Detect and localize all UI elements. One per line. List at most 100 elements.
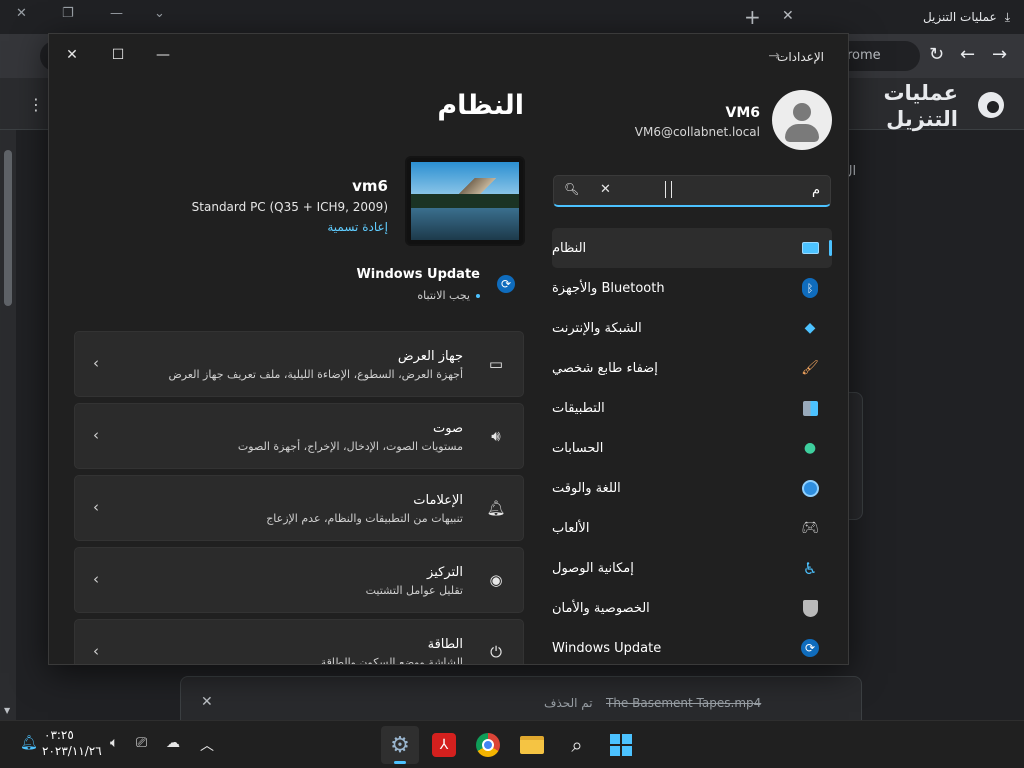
menu-kebab-icon[interactable]: ⋮: [28, 95, 44, 114]
card-display[interactable]: ▭ جهاز العرض أجهزة العرض، السطوع، الإضاء…: [74, 331, 524, 397]
tab-title: عمليات التنزيل: [922, 10, 997, 24]
card-description: الشاشة ووضع السكون والطاقة: [320, 656, 463, 665]
downloads-heading: عمليات التنزيل: [883, 81, 958, 131]
nav-item-system[interactable]: النظام: [552, 228, 832, 268]
card-title: جهاز العرض: [397, 349, 463, 364]
settings-close-button[interactable]: ✕: [57, 40, 87, 70]
nav-item-network[interactable]: ◆ الشبكة والإنترنت: [552, 308, 832, 348]
remove-download-icon[interactable]: ✕: [201, 694, 213, 710]
nav-label: إضفاء طابع شخصي: [552, 360, 658, 376]
new-tab-button[interactable]: +: [744, 5, 761, 29]
onedrive-icon[interactable]: ☁: [166, 735, 180, 751]
card-notifications[interactable]: 🔔︎ الإعلامات تنبيهات من التطبيقات والنظا…: [74, 475, 524, 541]
chrome-close-button[interactable]: ✕: [16, 6, 27, 21]
scrollbar-thumb[interactable]: [4, 150, 12, 306]
card-description: أجهزة العرض، السطوع، الإضاءة الليلية، مل…: [168, 368, 463, 381]
globe-clock-icon: [800, 478, 820, 498]
page-title: النظام: [437, 90, 524, 121]
clock-time: ٠٣:٢٥: [44, 728, 74, 742]
reload-icon[interactable]: ↻: [929, 44, 944, 65]
nav-item-time-language[interactable]: اللغة والوقت: [552, 468, 832, 508]
accessibility-icon: ♿︎: [802, 558, 818, 578]
monitor-icon: ▭: [488, 355, 504, 373]
chrome-restore-button[interactable]: ❐: [62, 6, 74, 21]
chrome-taskbar-button[interactable]: [469, 726, 507, 764]
nav-label: الخصوصية والأمان: [552, 600, 650, 616]
nav-label: الحسابات: [552, 440, 604, 456]
nav-item-gaming[interactable]: 🎮︎ الألعاب: [552, 508, 832, 548]
settings-minimize-button[interactable]: —: [148, 40, 178, 70]
settings-titlebar: ✕ ☐ — الإعدادات →: [49, 34, 848, 78]
nav-item-windows-update[interactable]: ⟳ Windows Update: [552, 628, 832, 664]
taskbar-search-button[interactable]: ⌕: [558, 726, 596, 764]
card-description: تقليل عوامل التشتيت: [365, 584, 463, 597]
gear-icon: ⚙: [390, 732, 410, 758]
brush-icon: 🖌︎: [801, 360, 819, 376]
speaker-icon: 🔊︎: [491, 427, 501, 445]
windows-update-title[interactable]: Windows Update: [356, 267, 480, 282]
nav-label: التطبيقات: [552, 400, 605, 416]
nav-item-accounts[interactable]: ● الحسابات: [552, 428, 832, 468]
forward-icon[interactable]: ←: [960, 44, 975, 65]
nav-item-apps[interactable]: التطبيقات: [552, 388, 832, 428]
system-icon: [800, 238, 820, 258]
chrome-tab-downloads[interactable]: عمليات التنزيل ⤓ ✕: [776, 0, 1024, 34]
notification-bell-icon[interactable]: 🔔︎: [20, 735, 38, 751]
device-model: Standard PC (Q35 + ICH9, 2009): [191, 200, 388, 214]
tab-close-icon[interactable]: ✕: [782, 8, 794, 24]
rename-link[interactable]: إعادة تسمية: [327, 220, 388, 234]
power-icon: ⏻: [490, 643, 502, 661]
user-email: VM6@collabnet.local: [634, 125, 760, 139]
card-sound[interactable]: 🔊︎ صوت مستويات الصوت، الإدخال، الإخراج، …: [74, 403, 524, 469]
device-name: vm6: [352, 177, 388, 195]
settings-title: الإعدادات: [777, 50, 824, 64]
download-card: [849, 392, 863, 520]
settings-window: ✕ ☐ — الإعدادات → VM6 VM6@collabnet.loca…: [48, 33, 849, 665]
card-description: تنبيهات من التطبيقات والنظام، عدم الإزعا…: [266, 512, 463, 525]
user-name: VM6: [725, 105, 760, 121]
nav-item-personalization[interactable]: 🖌︎ إضفاء طابع شخصي: [552, 348, 832, 388]
chevron-left-icon: ‹: [93, 642, 99, 660]
update-icon[interactable]: ⟳: [497, 275, 515, 293]
nav-label: Bluetooth والأجهزة: [552, 280, 665, 296]
download-icon: ⤓: [1004, 9, 1010, 24]
acrobat-taskbar-button[interactable]: ⅄: [425, 726, 463, 764]
omnibox-text: rome: [847, 48, 881, 63]
device-wallpaper-thumbnail: [405, 156, 525, 246]
settings-maximize-button[interactable]: ☐: [103, 40, 133, 70]
card-title: صوت: [433, 421, 463, 436]
bluetooth-icon: ᛒ: [800, 278, 820, 298]
back-icon[interactable]: →: [992, 44, 1007, 65]
chrome-minimize-button[interactable]: —: [110, 6, 123, 21]
card-title: الإعلامات: [413, 493, 463, 508]
show-hidden-icons-chevron-icon[interactable]: ︿: [200, 735, 214, 755]
settings-nav: النظام ᛒ Bluetooth والأجهزة ◆ الشبكة وال…: [552, 228, 832, 664]
nav-item-accessibility[interactable]: ♿︎ إمكانية الوصول: [552, 548, 832, 588]
clear-search-icon[interactable]: ✕: [600, 182, 611, 197]
wifi-icon: ◆: [804, 320, 816, 336]
scroll-down-arrow-icon[interactable]: ▼: [4, 706, 10, 715]
tab-search-icon[interactable]: ⌄: [154, 6, 165, 21]
card-power[interactable]: ⏻ الطاقة الشاشة ووضع السكون والطاقة ‹: [74, 619, 524, 665]
file-explorer-button[interactable]: [513, 726, 551, 764]
start-button[interactable]: [602, 726, 640, 764]
search-input[interactable]: م: [812, 183, 820, 198]
search-icon[interactable]: 🔍︎: [564, 182, 579, 196]
folder-icon: [520, 736, 544, 754]
user-avatar[interactable]: [772, 90, 832, 150]
bell-icon: 🔔︎: [486, 499, 506, 517]
nav-item-privacy[interactable]: الخصوصية والأمان: [552, 588, 832, 628]
chevron-left-icon: ‹: [93, 570, 99, 588]
settings-taskbar-button[interactable]: ⚙: [381, 726, 419, 764]
taskbar: [0, 720, 1024, 768]
apps-icon: [800, 398, 820, 418]
nav-item-bluetooth[interactable]: ᛒ Bluetooth والأجهزة: [552, 268, 832, 308]
settings-back-icon[interactable]: →: [768, 48, 780, 64]
network-icon[interactable]: ⎚: [136, 735, 147, 751]
volume-icon[interactable]: 🔈︎: [110, 735, 118, 751]
card-title: التركيز: [427, 565, 463, 580]
clock[interactable]: ٠٣:٢٥ ٢٠٢٣/١١/٢٦: [42, 727, 102, 759]
download-filename[interactable]: The Basement Tapes.mp4: [606, 696, 761, 710]
settings-search-box[interactable]: م ✕ 🔍︎: [553, 175, 831, 207]
card-focus[interactable]: ◉ التركيز تقليل عوامل التشتيت ‹: [74, 547, 524, 613]
